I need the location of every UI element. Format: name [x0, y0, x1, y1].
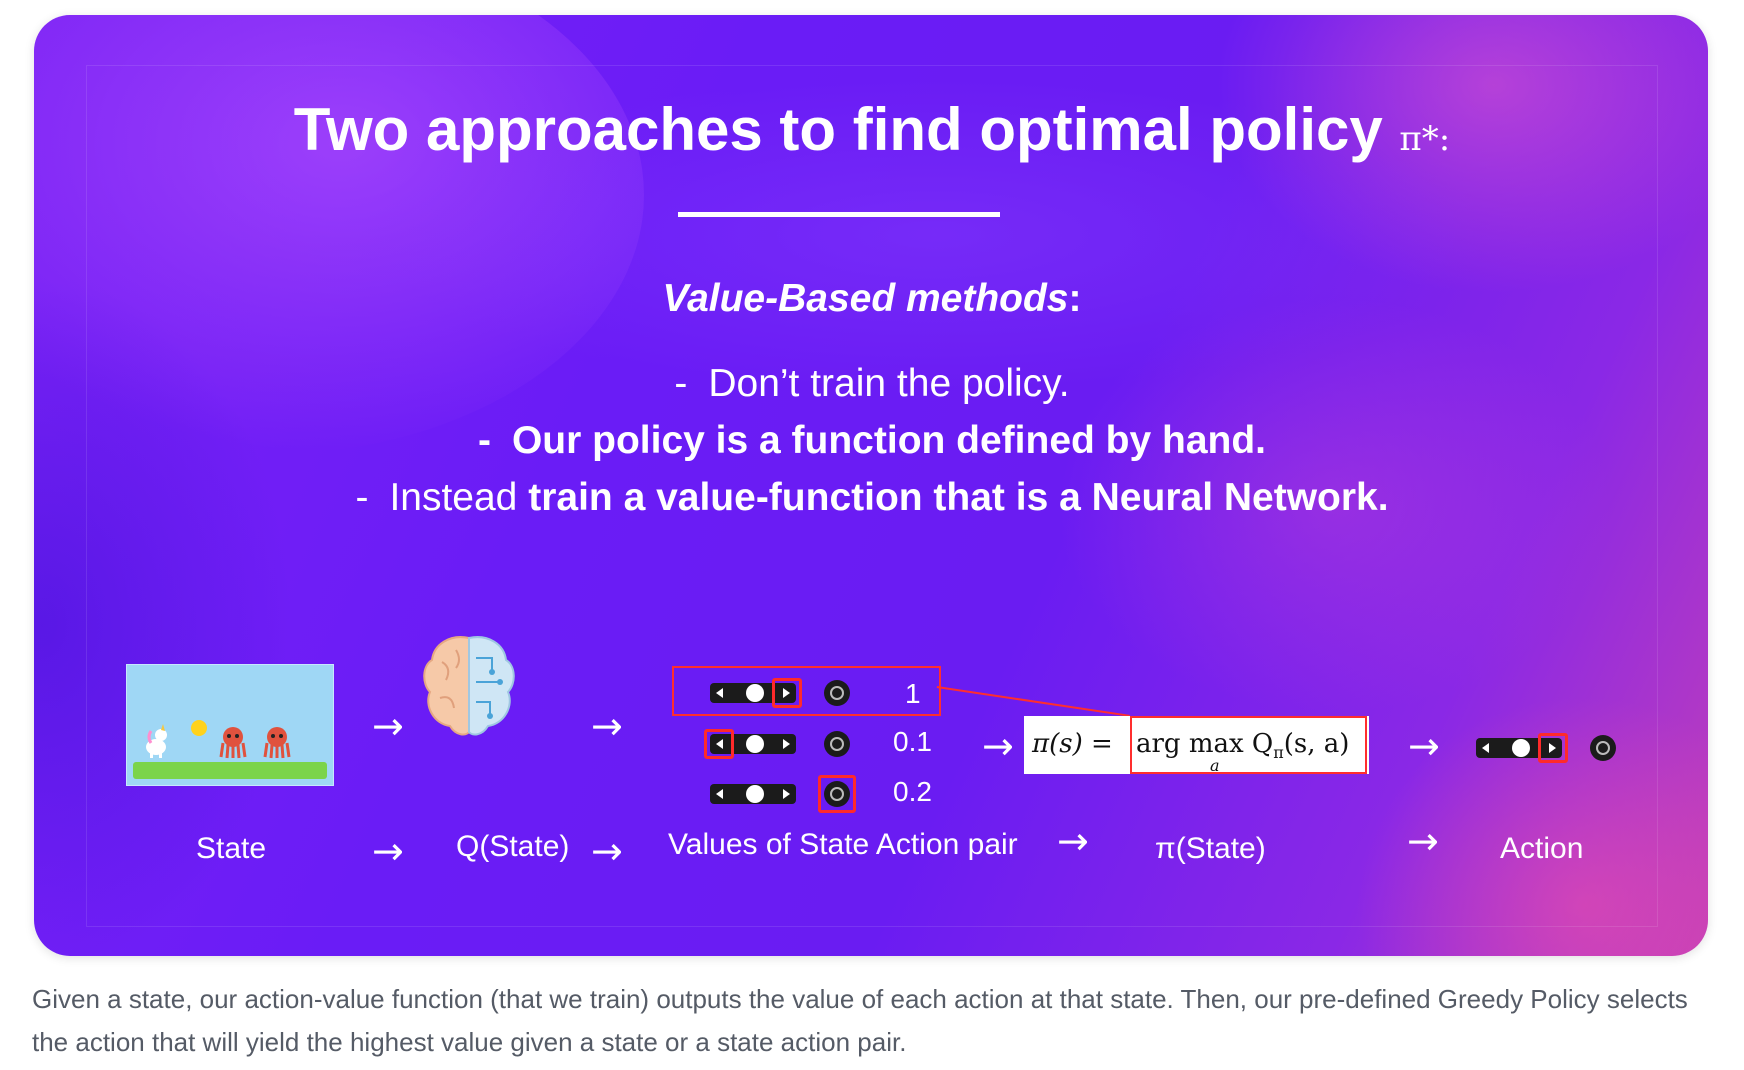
flow-arrow: →: [982, 724, 1014, 768]
title-divider: [678, 212, 1000, 217]
formula-subscript: π: [1273, 743, 1284, 763]
selected-right-action: [772, 678, 802, 708]
selected-left-action: [704, 729, 734, 759]
figure-caption: Given a state, our action-value function…: [32, 984, 1688, 1057]
action-row-right: [710, 675, 860, 709]
octopus-enemy-icon: [219, 727, 247, 759]
bullet-text: Our policy is a function defined by hand…: [511, 419, 1267, 462]
circle-button-icon: [1590, 735, 1616, 761]
bullet-text: Don’t train the policy.: [708, 362, 1070, 405]
value-right: 1: [905, 678, 921, 709]
bullet-1: - Don’t train the policy.: [0, 362, 1744, 406]
bullet-dash: -: [674, 362, 688, 405]
flow-arrow: →: [372, 829, 404, 873]
bullet-text-normal: Instead: [389, 476, 529, 519]
flow-arrow: →: [1407, 819, 1439, 863]
ground-platform: [133, 762, 327, 779]
value-button: 0.2: [893, 776, 932, 807]
formula-argmax: arg max Q: [1136, 729, 1274, 759]
unicorn-icon: [146, 724, 167, 758]
subtitle-colon: :: [1068, 277, 1082, 320]
title-text: Two approaches to find optimal policy: [293, 96, 1383, 163]
label-pistate: π(State): [1155, 832, 1266, 865]
bullet-text-bold: train a value-function that is a Neural …: [528, 476, 1389, 519]
subtitle-text: Value-Based methods: [662, 277, 1069, 320]
circle-button-icon: [824, 781, 850, 807]
bullet-3: - Instead train a value-function that is …: [0, 476, 1744, 520]
formula-under-a: a: [1210, 756, 1220, 775]
circle-button-icon: [824, 731, 850, 757]
title-pi-symbol: π*:: [1399, 119, 1451, 159]
bullet-dash: -: [477, 419, 491, 462]
flow-arrow: →: [1408, 724, 1440, 768]
bullet-dash: -: [355, 476, 369, 519]
controller-pill: [710, 784, 796, 804]
greedy-policy-formula: π(s) = arg max Qπ(s, a) a: [1024, 716, 1369, 775]
brain-network-icon: [423, 636, 515, 736]
slide-title: Two approaches to find optimal policy π*…: [0, 95, 1744, 164]
bullet-2: - Our policy is a function defined by han…: [0, 419, 1744, 463]
action-row-left: [704, 726, 860, 760]
flow-arrow: →: [372, 704, 404, 748]
selected-right-action: [1538, 733, 1568, 763]
formula-args: (s, a): [1283, 729, 1350, 759]
coin-icon: [191, 720, 207, 736]
state-game-image: [126, 664, 334, 786]
action-row-button: [710, 775, 860, 813]
subtitle: Value-Based methods:: [0, 277, 1744, 321]
label-state: State: [196, 832, 267, 865]
flow-arrow: →: [591, 704, 623, 748]
flow-arrow: →: [591, 829, 623, 873]
value-left: 0.1: [893, 726, 932, 757]
chosen-action: [1476, 730, 1626, 764]
circle-button-icon: [824, 680, 850, 706]
label-qstate: Q(State): [456, 830, 570, 863]
label-values: Values of State Action pair: [668, 828, 1018, 861]
octopus-enemy-icon: [263, 727, 291, 759]
label-action: Action: [1500, 832, 1584, 865]
formula-rhs: arg max Qπ(s, a): [1136, 729, 1349, 762]
formula-lhs: π(s) =: [1032, 729, 1113, 759]
flow-arrow: →: [1057, 819, 1089, 863]
